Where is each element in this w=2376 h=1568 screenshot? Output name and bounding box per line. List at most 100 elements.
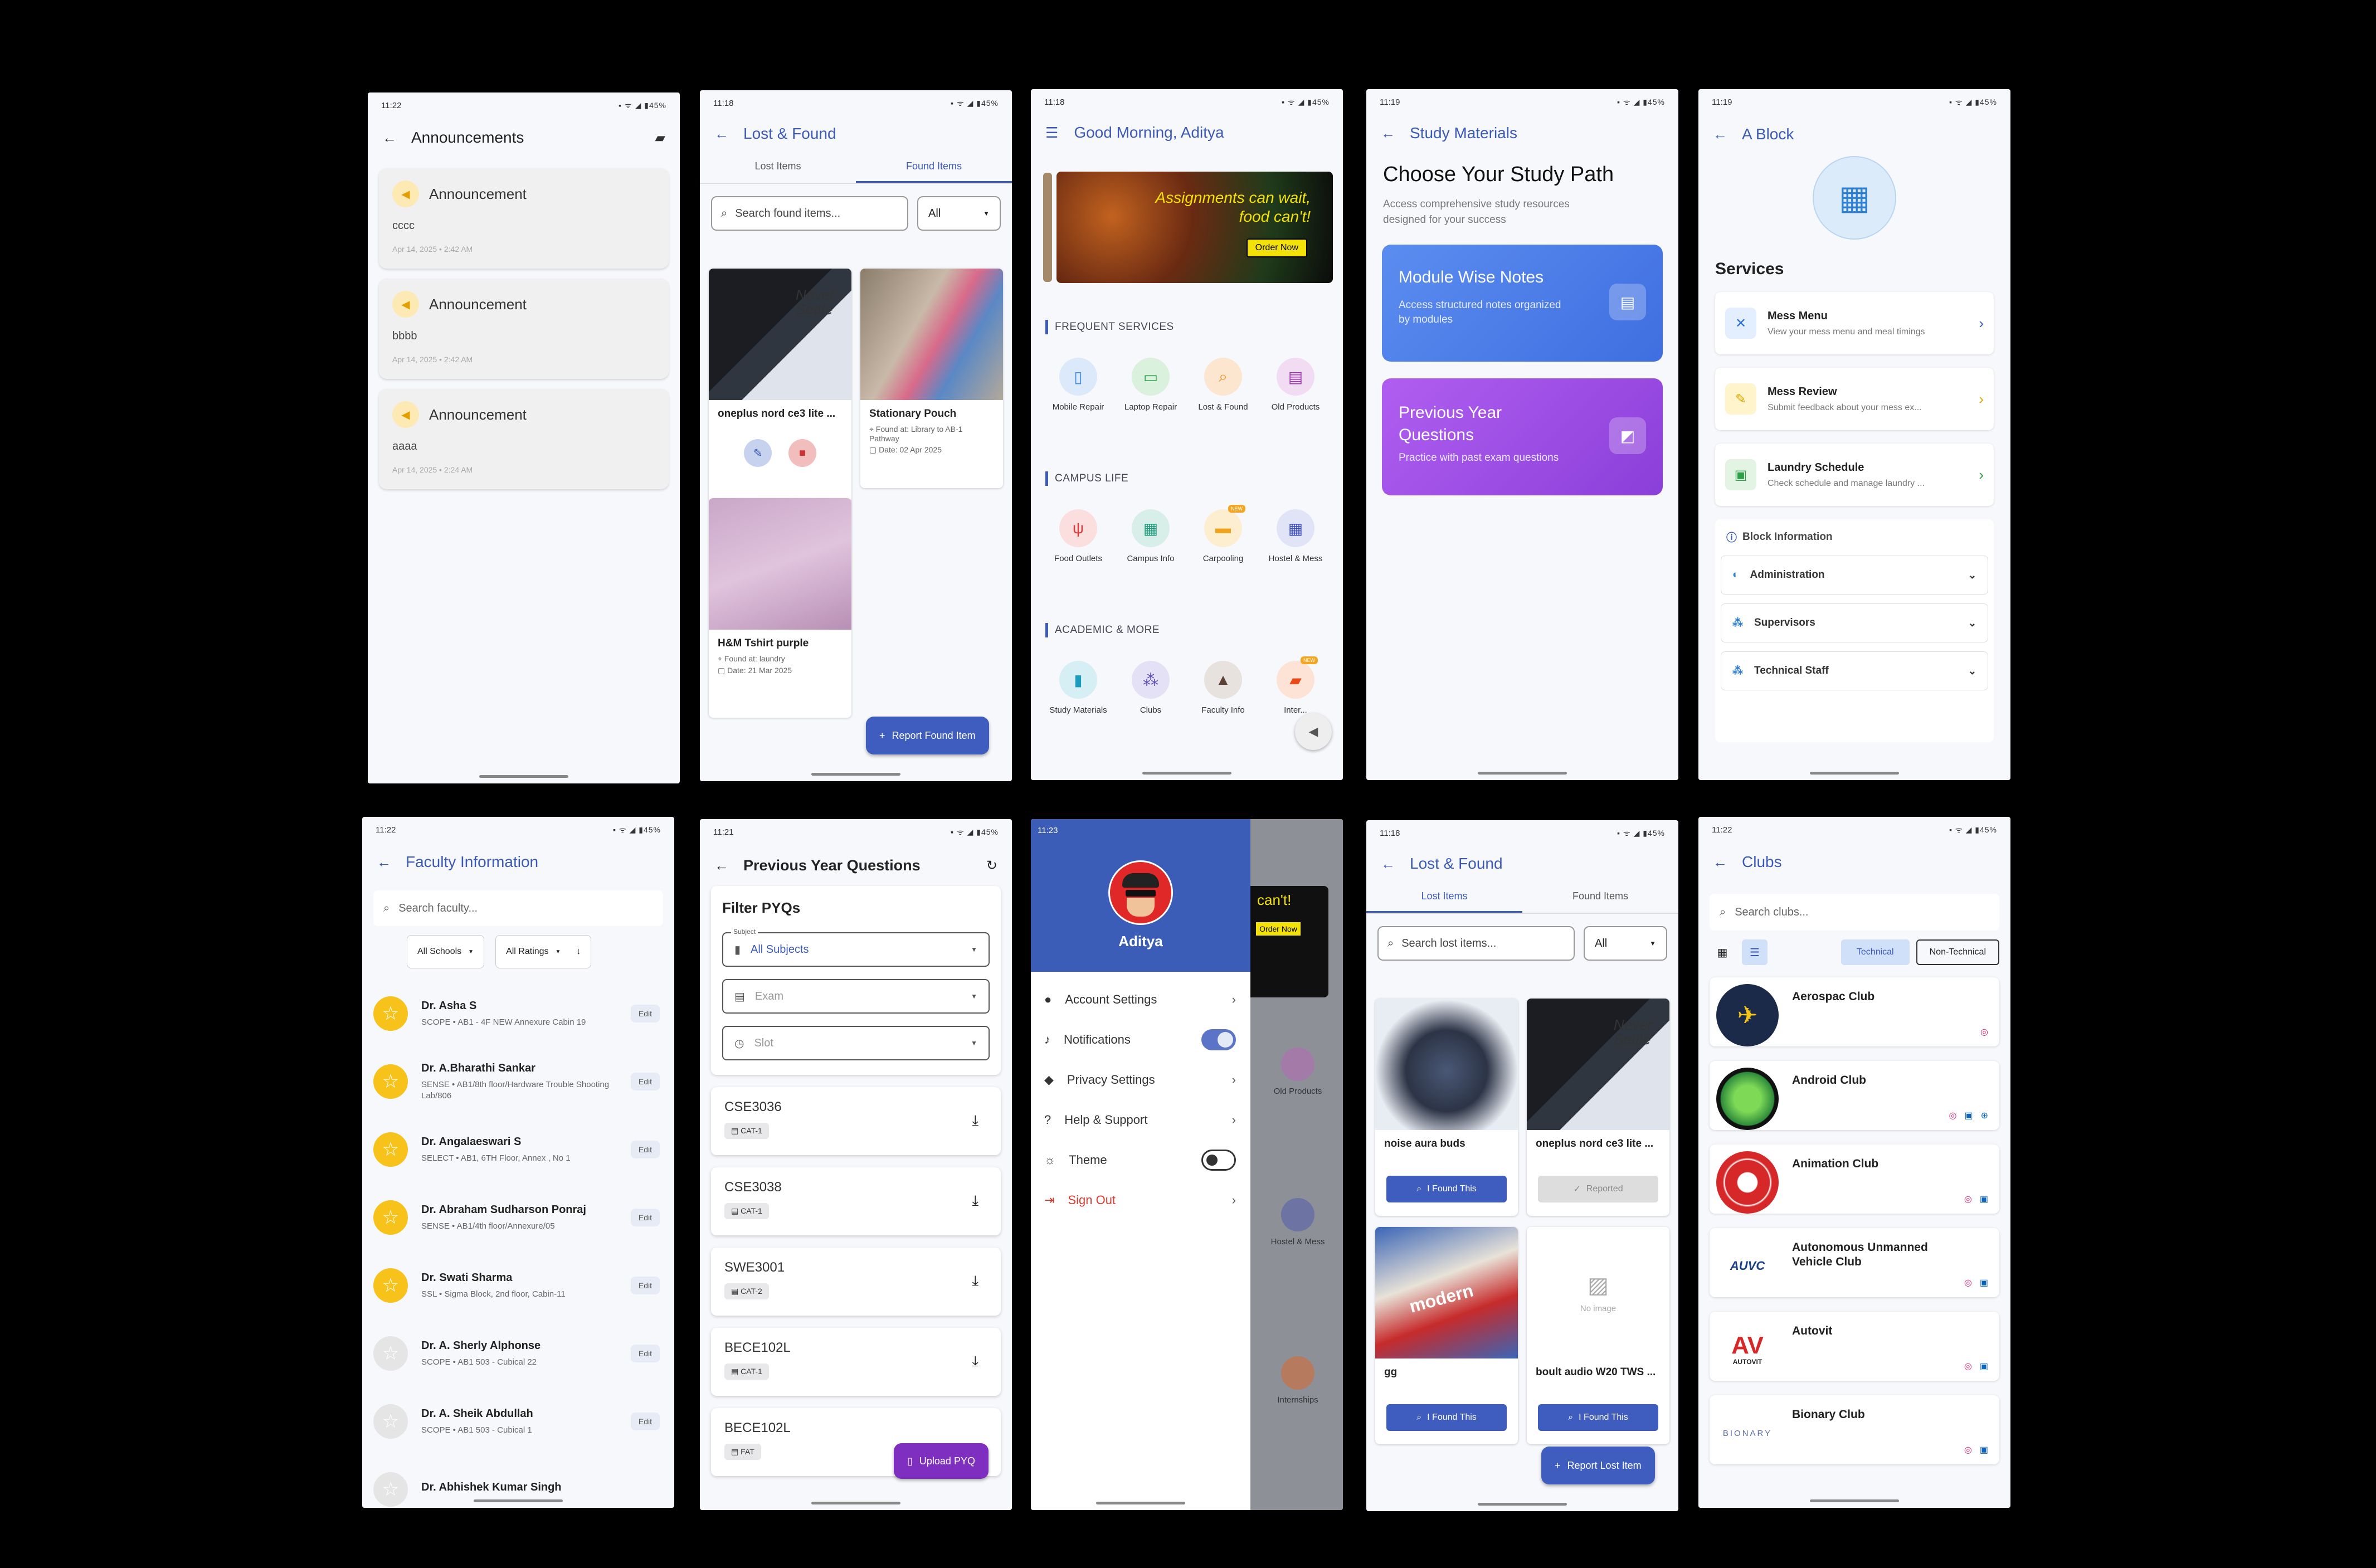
search-input[interactable]: ⌕ Search found items... [711,196,908,231]
drawer-item-account-settings[interactable]: ● Account Settings › [1031,980,1250,1020]
announcement-card[interactable]: ◀ Announcement bbbb Apr 14, 2025 • 2:42 A… [379,279,669,379]
service-clubs[interactable]: ⁂ Clubs [1120,661,1181,715]
i-found-this-button[interactable]: ⌕ I Found This [1538,1404,1658,1431]
home-indicator[interactable] [474,1499,563,1502]
found-item-card[interactable]: Never Settle oneplus nord ce3 lite ... ✎… [709,269,851,503]
slot-select[interactable]: ◷ Slot ▼ [722,1026,990,1060]
download-icon[interactable]: ⤓ [972,1192,979,1210]
accordion-supervisors[interactable]: ⁂ Supervisors ⌄ [1721,603,1988,642]
megaphone-fab-icon[interactable]: ◀ [1295,713,1332,750]
service-lost-found[interactable]: ⌕ Lost & Found [1192,358,1254,412]
service-internships[interactable]: ▰ NEW Inter... [1265,656,1326,715]
accordion-administration[interactable]: ◐ Administration ⌄ [1721,556,1988,595]
download-icon[interactable]: ⤓ [972,1352,979,1370]
tab-technical[interactable]: Technical [1841,939,1910,965]
instagram-icon[interactable]: ◎ [1964,1194,1972,1205]
announcement-card[interactable]: ◀ Announcement cccc Apr 14, 2025 • 2:42 A… [379,168,669,269]
found-item-card[interactable]: H&M Tshirt purple ⌖ Found at: laundry ▢ … [709,498,851,718]
pyq-card[interactable]: BECE102L ▤ CAT-1 ⤓ [711,1328,1001,1396]
linkedin-icon[interactable]: ▣ [1964,1110,1973,1121]
edit-button[interactable]: Edit [630,1413,660,1430]
faculty-row[interactable]: ☆ Dr. A.Bharathi Sankar SENSE • AB1/8th fl… [362,1048,674,1116]
school-filter-dropdown[interactable]: All Schools ▼ [407,935,485,968]
tab-found-items[interactable]: Found Items [1522,882,1678,913]
service-old-products[interactable]: ▤ Old Products [1265,358,1326,412]
pyq-card[interactable]: CSE3036 ▤ CAT-1 ⤓ [711,1087,1001,1155]
exam-select[interactable]: ▤ Exam ▼ [722,979,990,1014]
home-indicator[interactable] [1810,772,1899,775]
service-mobile-repair[interactable]: ▯ Mobile Repair [1048,358,1109,412]
filter-dropdown[interactable]: All ▼ [917,196,1001,231]
back-arrow-icon[interactable]: ← [1713,854,1727,871]
edit-button[interactable]: Edit [630,1005,660,1022]
globe-icon[interactable]: ⊕ [1981,1110,1988,1121]
i-found-this-button[interactable]: ⌕ I Found This [1386,1404,1507,1431]
list-view-icon[interactable]: ☰ [1742,939,1768,965]
service-faculty-info[interactable]: ▲ Faculty Info [1192,661,1254,715]
back-arrow-icon[interactable]: ← [382,129,397,147]
download-icon[interactable]: ⤓ [972,1112,979,1129]
promo-banner[interactable]: Assignments can wait, food can't! Order N… [1056,172,1333,283]
service-study-materials[interactable]: ▮ Study Materials [1048,661,1109,715]
pyq-card[interactable]: SWE3001 ▤ CAT-2 ⤓ [711,1248,1001,1316]
service-carpooling[interactable]: ▬ NEW Carpooling [1192,505,1254,563]
found-item-card[interactable]: Stationary Pouch ⌖ Found at: Library to … [860,269,1003,488]
home-indicator[interactable] [479,775,568,778]
home-indicator[interactable] [1810,1499,1899,1502]
download-icon[interactable]: ⤓ [972,1272,979,1290]
home-indicator[interactable] [1478,1503,1567,1506]
grid-view-icon[interactable]: ▦ [1710,939,1735,965]
edit-icon[interactable]: ✎ [744,439,772,467]
instagram-icon[interactable]: ◎ [1949,1110,1957,1121]
club-card[interactable]: AV AUTOVIT Autovit ◎ ▣ [1710,1312,1999,1381]
lost-item-card[interactable]: Never Settle oneplus nord ce3 lite ... ✓… [1527,999,1669,1216]
service-mess-review[interactable]: ✎ Mess Review Submit feedback about your m… [1715,368,1994,430]
tab-found-items[interactable]: Found Items [856,152,1012,183]
service-hostel-mess[interactable]: ▦ Hostel & Mess [1265,509,1326,563]
lost-item-card[interactable]: noise aura buds ⌕ I Found This [1375,999,1518,1216]
instagram-icon[interactable]: ◎ [1980,1026,1988,1038]
service-laptop-repair[interactable]: ▭ Laptop Repair [1120,358,1181,412]
linkedin-icon[interactable]: ▣ [1980,1361,1988,1372]
club-card[interactable]: Animation Club ◎ ▣ [1710,1145,1999,1214]
instagram-icon[interactable]: ◎ [1964,1444,1972,1455]
back-arrow-icon[interactable]: ← [1713,126,1727,143]
scrim[interactable]: can't! Order Now Old Products Hostel & Me… [1250,819,1343,1510]
report-lost-item-button[interactable]: + Report Lost Item [1541,1447,1655,1484]
club-card[interactable]: AUVC Autonomous Unmanned Vehicle Club ◎ ▣ [1710,1228,1999,1297]
i-found-this-button[interactable]: ⌕ I Found This [1386,1176,1507,1202]
faculty-row[interactable]: ☆ Dr. Angalaeswari S SELECT • AB1, 6TH Flo… [362,1116,674,1184]
linkedin-icon[interactable]: ▣ [1980,1277,1988,1288]
club-card[interactable]: BIONARY Bionary Club ◎ ▣ [1710,1395,1999,1464]
search-input[interactable]: ⌕ Search faculty... [373,890,663,926]
sort-arrow-icon[interactable]: ↓ [576,947,581,957]
home-indicator[interactable] [811,773,900,776]
drawer-item-privacy-settings[interactable]: ◆ Privacy Settings › [1031,1060,1250,1100]
service-laundry-schedule[interactable]: ▣ Laundry Schedule Check schedule and mana… [1715,444,1994,506]
accordion-technical-staff[interactable]: ⁂ Technical Staff ⌄ [1721,651,1988,690]
drawer-item-sign-out[interactable]: ⇥ Sign Out › [1031,1180,1250,1220]
faculty-row[interactable]: ☆ Dr. Asha S SCOPE • AB1 - 4F NEW Annexure… [362,980,674,1048]
club-card[interactable]: ✈ Aerospac Club ◎ [1710,977,1999,1046]
faculty-row[interactable]: ☆ Dr. A. Sheik Abdullah SCOPE • AB1 503 - … [362,1387,674,1455]
edit-button[interactable]: Edit [630,1073,660,1090]
upload-pyq-button[interactable]: ▯ Upload PYQ [894,1443,989,1479]
announcement-card[interactable]: ◀ Announcement aaaa Apr 14, 2025 • 2:24 A… [379,389,669,489]
order-now-button[interactable]: Order Now [1246,238,1307,257]
notifications-toggle[interactable] [1201,1029,1236,1050]
instagram-icon[interactable]: ◎ [1964,1361,1972,1372]
faculty-row[interactable]: ☆ Dr. A. Sherly Alphonse SCOPE • AB1 503 -… [362,1319,674,1387]
back-arrow-icon[interactable]: ← [1381,855,1395,873]
linkedin-icon[interactable]: ▣ [1980,1194,1988,1205]
home-indicator[interactable] [811,1502,900,1504]
avatar[interactable] [1108,860,1173,925]
rating-filter-dropdown[interactable]: All Ratings ▼ ↓ [495,935,592,968]
edit-button[interactable]: Edit [630,1141,660,1158]
back-arrow-icon[interactable]: ← [714,125,729,143]
message-icon[interactable]: ▰ [655,130,665,146]
back-arrow-icon[interactable]: ← [714,857,729,874]
edit-button[interactable]: Edit [630,1345,660,1362]
service-food-outlets[interactable]: ψ Food Outlets [1048,509,1109,563]
report-found-item-button[interactable]: + Report Found Item [866,717,989,754]
lost-item-card[interactable]: ▨ No image boult audio W20 TWS ... ⌕ I Fou… [1527,1227,1669,1444]
